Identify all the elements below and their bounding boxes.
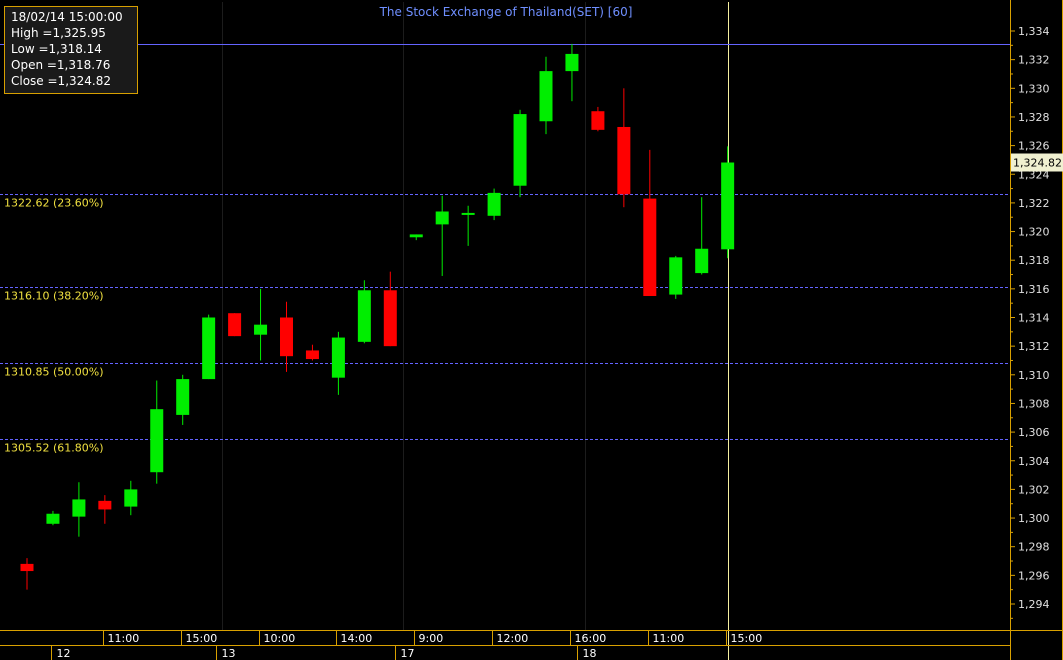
y-tick-label: 1,310: [1018, 369, 1050, 382]
x-time-label: 16:00: [575, 632, 607, 645]
candle-body: [513, 114, 527, 186]
candle-body: [721, 162, 735, 250]
info-date: 18/02/14 15:00:00: [11, 10, 123, 24]
candlestick-chart[interactable]: 1322.62 (23.60%) 1316.10 (38.20%) 1310.85 …: [0, 0, 1063, 660]
candle: [487, 188, 501, 221]
y-tick-label: 1,306: [1018, 426, 1050, 439]
x-time-label: 11:00: [653, 632, 685, 645]
fib-label: 1316.10 (38.20%): [4, 290, 104, 303]
y-tick-label: 1,318: [1018, 254, 1050, 267]
day-label: 18: [583, 647, 597, 660]
candle-body: [46, 513, 60, 524]
candle: [202, 314, 216, 380]
candle-body: [565, 53, 579, 72]
y-tick-label: 1,294: [1018, 598, 1050, 611]
candle: [721, 146, 735, 259]
day-label: 12: [57, 647, 71, 660]
candle-body: [617, 126, 631, 195]
candle-body: [487, 192, 501, 216]
y-tick-label: 1,334: [1018, 25, 1050, 38]
info-open: Open =1,318.76: [11, 58, 111, 72]
fib-label: 1322.62 (23.60%): [4, 197, 104, 210]
current-price-label: 1,324.82: [1013, 157, 1062, 170]
fib-label: 1305.52 (61.80%): [4, 442, 104, 455]
candle-body: [254, 324, 268, 335]
y-tick-label: 1,298: [1018, 541, 1050, 554]
info-close: Close =1,324.82: [11, 74, 111, 88]
candle: [228, 313, 242, 337]
x-time-label: 11:00: [108, 632, 140, 645]
y-tick-label: 1,326: [1018, 140, 1050, 153]
candle-body: [331, 337, 345, 378]
candle-body: [202, 317, 216, 380]
candle-body: [695, 248, 709, 274]
x-time-label: 14:00: [341, 632, 373, 645]
y-tick-label: 1,308: [1018, 397, 1050, 410]
y-tick-label: 1,300: [1018, 512, 1050, 525]
day-label: 13: [222, 647, 236, 660]
candle-body: [20, 563, 34, 572]
candle-body: [643, 198, 657, 297]
x-time-label: 10:00: [264, 632, 296, 645]
candle-body: [409, 234, 423, 238]
y-tick-label: 1,302: [1018, 483, 1050, 496]
fib-label: 1310.85 (50.00%): [4, 366, 104, 379]
candle-body: [461, 212, 475, 215]
chart-title: The Stock Exchange of Thailand(SET) [60]: [379, 5, 633, 19]
candle-body: [591, 111, 605, 130]
day-label: 17: [401, 647, 415, 660]
candle-body: [669, 257, 683, 295]
candle-body: [124, 489, 138, 507]
candle-body: [539, 71, 553, 122]
candle: [513, 109, 527, 198]
y-tick-label: 1,330: [1018, 82, 1050, 95]
ohlc-info-box: 18/02/14 15:00:00 High =1,325.95 Low =1,…: [4, 6, 138, 94]
y-tick-label: 1,328: [1018, 111, 1050, 124]
y-tick-label: 1,322: [1018, 197, 1050, 210]
chart-background: [0, 0, 1063, 660]
candle-body: [228, 313, 242, 337]
info-low: Low =1,318.14: [11, 42, 102, 56]
candle-body: [383, 290, 397, 347]
y-tick-label: 1,304: [1018, 455, 1050, 468]
candle-body: [176, 379, 190, 415]
x-time-label: 12:00: [497, 632, 529, 645]
y-tick-label: 1,296: [1018, 569, 1050, 582]
y-tick-label: 1,314: [1018, 312, 1050, 325]
x-time-label: 15:00: [731, 632, 763, 645]
candle-body: [357, 290, 371, 342]
candle-body: [98, 500, 112, 510]
candle-body: [305, 350, 319, 360]
x-time-label: 15:00: [186, 632, 218, 645]
y-tick-label: 1,312: [1018, 340, 1050, 353]
y-tick-label: 1,320: [1018, 226, 1050, 239]
candle-body: [435, 211, 449, 225]
x-time-label: 9:00: [419, 632, 444, 645]
info-high: High =1,325.95: [11, 26, 106, 40]
y-tick-label: 1,332: [1018, 54, 1050, 67]
y-tick-label: 1,316: [1018, 283, 1050, 296]
candle-body: [280, 317, 293, 357]
candle: [669, 255, 683, 299]
candle-body: [72, 499, 86, 517]
candle-body: [150, 409, 164, 473]
